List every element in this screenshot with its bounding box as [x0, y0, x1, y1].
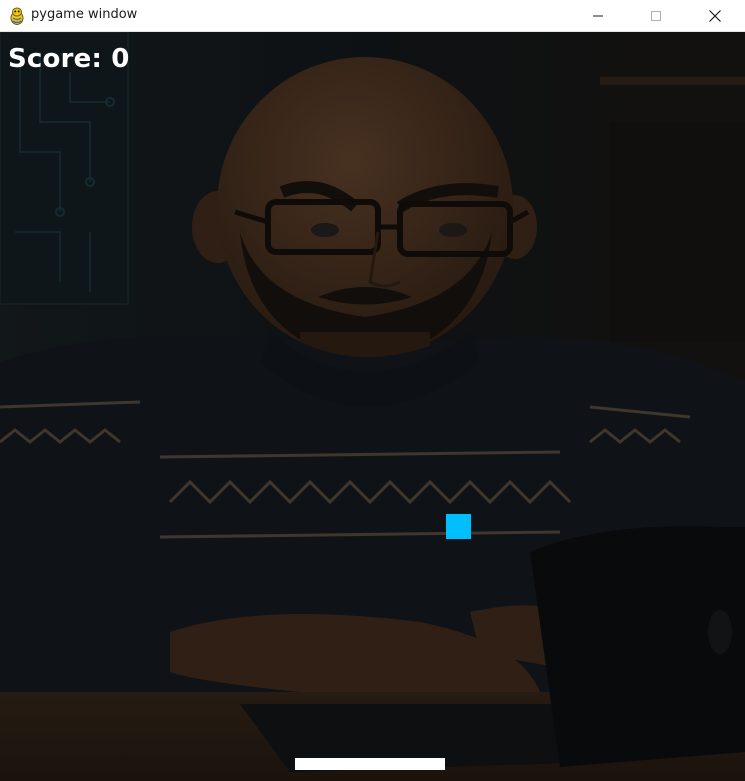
game-window: pygame window Score: 0 — [0, 0, 745, 781]
minimize-button[interactable] — [569, 0, 627, 31]
pygame-snake-icon — [10, 7, 24, 25]
ball — [446, 514, 471, 539]
title-bar[interactable]: pygame window — [0, 0, 745, 32]
game-canvas[interactable]: Score: 0 — [0, 32, 745, 781]
background-illustration — [0, 32, 745, 781]
maximize-button[interactable] — [627, 0, 685, 31]
paddle[interactable] — [295, 758, 445, 770]
minimize-icon — [593, 15, 603, 16]
score-label: Score: 0 — [8, 44, 130, 74]
close-button[interactable] — [686, 0, 744, 31]
close-icon — [709, 9, 721, 22]
window-title: pygame window — [31, 7, 138, 22]
maximize-icon — [651, 10, 661, 21]
